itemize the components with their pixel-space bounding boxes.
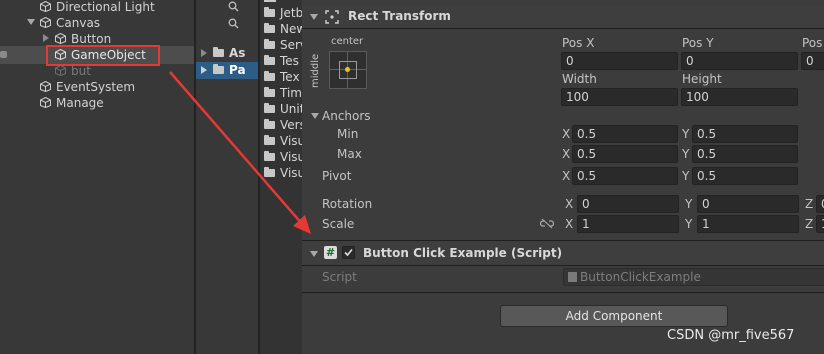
annotation-arrow [169,71,311,234]
